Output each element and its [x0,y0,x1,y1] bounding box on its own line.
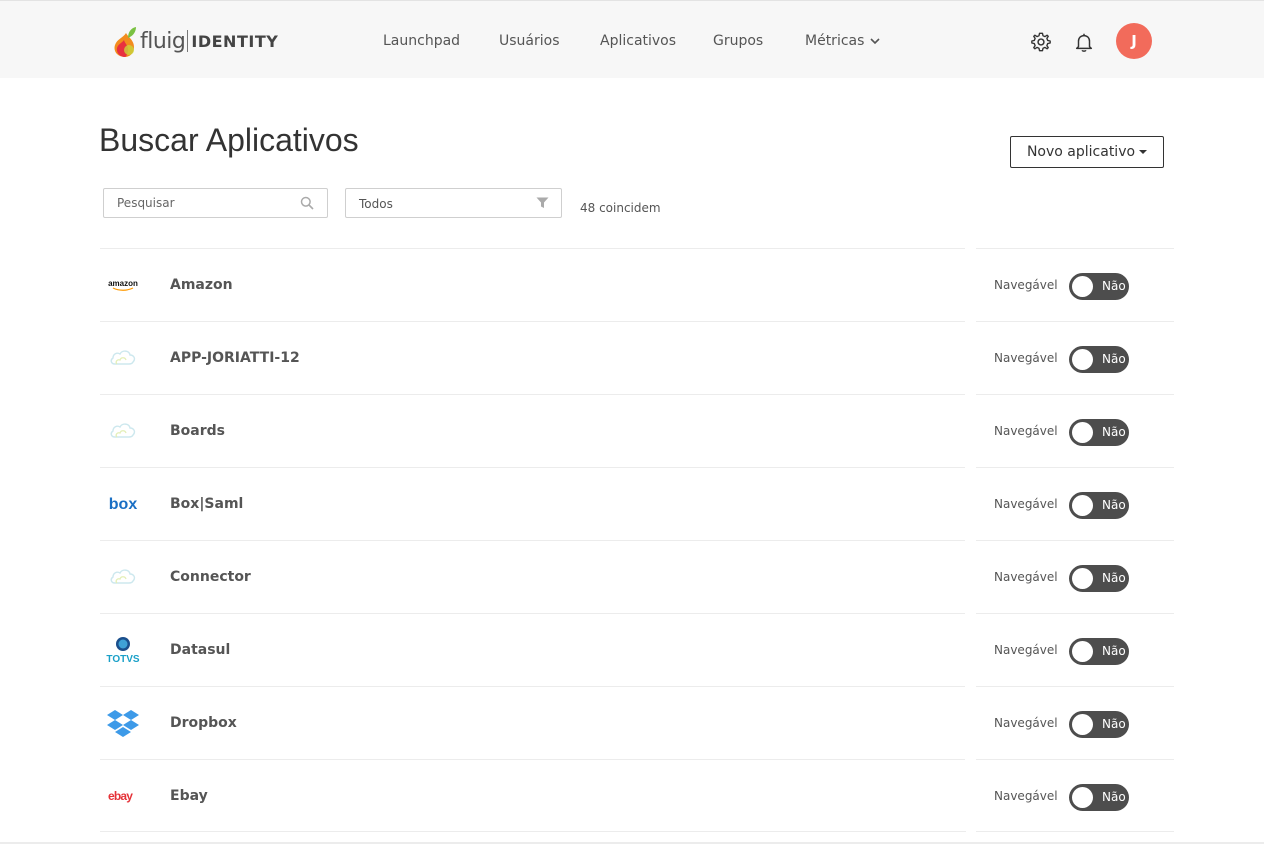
new-app-label: Novo aplicativo [1026,144,1136,160]
navigable-toggle[interactable]: Não [1069,419,1129,446]
match-count: 48 coincidem [580,201,661,215]
totvs-logo-text: TOTVS [106,654,139,665]
filter-select[interactable]: Todos [345,188,562,218]
list-item: ebay Ebay Navegável Não [100,759,1174,832]
list-divider [976,831,1174,832]
toggle-knob [1072,568,1093,589]
navigable-toggle[interactable]: Não [1069,346,1129,373]
cloud-icon [105,344,141,372]
top-navbar: fluig IDENTITY Launchpad Usuários Aplica… [0,0,1264,78]
navigable-toggle[interactable]: Não [1069,784,1129,811]
totvs-logo: TOTVS [105,636,141,665]
amazon-logo: amazon [105,271,141,299]
navigable-label: Navegável [994,278,1058,292]
navigable-toggle[interactable]: Não [1069,638,1129,665]
navigable-label: Navegável [994,497,1058,511]
chevron-down-icon [870,37,880,44]
app-name[interactable]: Box|Saml [170,496,243,512]
toggle-knob [1072,495,1093,516]
navigable-toggle[interactable]: Não [1069,492,1129,519]
nav-usuarios[interactable]: Usuários [499,33,560,49]
caret-down-icon [1139,150,1148,154]
list-item: Connector Navegável Não [100,540,1174,613]
user-avatar[interactable]: J [1116,23,1152,59]
toggle-text: Não [1102,352,1126,366]
toggle-knob [1072,641,1093,662]
toggle-knob [1072,276,1093,297]
ebay-logo: ebay [105,782,141,810]
list-item: APP-JORIATTI-12 Navegável Não [100,321,1174,394]
search-field [103,188,328,218]
app-name[interactable]: Dropbox [170,715,237,731]
amazon-logo-text: amazon [108,279,138,288]
new-app-button[interactable]: Novo aplicativo [1010,136,1164,168]
gear-icon[interactable] [1030,31,1052,53]
toggle-text: Não [1102,279,1126,293]
box-logo: box [105,490,141,518]
search-icon[interactable] [300,196,314,210]
search-input[interactable] [117,189,297,217]
app-list: amazon Amazon Navegável Não APP-JORIATTI… [100,248,1174,832]
app-name[interactable]: Datasul [170,642,230,658]
nav-grupos[interactable]: Grupos [713,33,763,49]
cloud-icon [105,417,141,445]
toggle-text: Não [1102,425,1126,439]
nav-launchpad[interactable]: Launchpad [383,33,460,49]
list-item: Boards Navegável Não [100,394,1174,467]
ebay-logo-text: ebay [108,789,133,803]
bell-icon[interactable] [1073,31,1095,53]
toggle-text: Não [1102,717,1126,731]
cloud-icon [105,563,141,591]
toggle-knob [1072,349,1093,370]
box-logo-text: box [109,496,138,513]
toggle-text: Não [1102,790,1126,804]
filter-icon [536,197,549,208]
dropbox-logo [105,709,141,737]
navigable-label: Navegável [994,351,1058,365]
list-item: TOTVS Datasul Navegável Não [100,613,1174,686]
toggle-knob [1072,787,1093,808]
toggle-knob [1072,422,1093,443]
app-name[interactable]: APP-JORIATTI-12 [170,350,300,366]
nav-metricas-label: Métricas [805,33,865,49]
navigable-label: Navegável [994,424,1058,438]
navigable-label: Navegável [994,789,1058,803]
navigable-label: Navegável [994,716,1058,730]
toggle-text: Não [1102,571,1126,585]
filter-value: Todos [359,197,393,211]
toggle-knob [1072,714,1093,735]
nav-metricas[interactable]: Métricas [805,33,880,49]
navigable-label: Navegável [994,643,1058,657]
list-divider [100,831,966,832]
navigable-toggle[interactable]: Não [1069,565,1129,592]
list-item: Dropbox Navegável Não [100,686,1174,759]
navigable-toggle[interactable]: Não [1069,273,1129,300]
app-name[interactable]: Boards [170,423,225,439]
toggle-text: Não [1102,498,1126,512]
list-item: box Box|Saml Navegável Não [100,467,1174,540]
app-name[interactable]: Connector [170,569,251,585]
navigable-toggle[interactable]: Não [1069,711,1129,738]
toggle-text: Não [1102,644,1126,658]
page-title: Buscar Aplicativos [99,122,359,158]
nav-aplicativos[interactable]: Aplicativos [600,33,676,49]
app-name[interactable]: Amazon [170,277,233,293]
navigable-label: Navegável [994,570,1058,584]
list-item: amazon Amazon Navegável Não [100,248,1174,321]
app-name[interactable]: Ebay [170,788,208,804]
